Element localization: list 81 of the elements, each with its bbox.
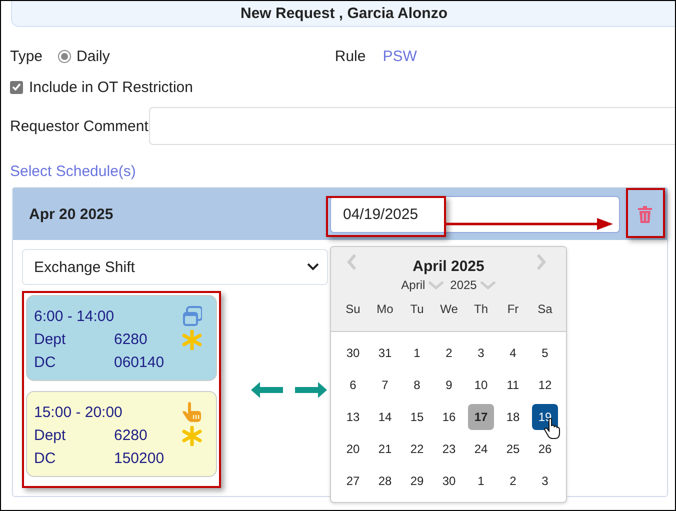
calendar-day[interactable]: 3 bbox=[532, 468, 558, 494]
field-label: Rule bbox=[334, 48, 366, 64]
date-field[interactable]: 04/19/2025 bbox=[330, 196, 620, 232]
window-title: New Request , Garcia Alonzo bbox=[240, 5, 448, 22]
request-type-select[interactable]: Exchange Shift bbox=[22, 249, 328, 285]
calendar-day[interactable]: 9 bbox=[436, 372, 462, 398]
calendar-day[interactable]: 29 bbox=[404, 468, 430, 494]
shift-card[interactable]: 6:00 - 14:00 Dept 6280 DC 060140 bbox=[26, 295, 217, 381]
field-value: PSW bbox=[382, 48, 417, 64]
schedule-date: Apr 20 2025 bbox=[28, 206, 114, 222]
month-select[interactable]: April bbox=[401, 278, 444, 292]
radio-label: Daily bbox=[76, 48, 110, 64]
weekday-label: Su bbox=[344, 302, 362, 316]
shift-time: 15:00 - 20:00 bbox=[34, 404, 124, 421]
calendar-day[interactable]: 18 bbox=[500, 404, 526, 430]
asterisk-icon bbox=[182, 426, 202, 446]
calendar-day[interactable]: 22 bbox=[404, 436, 430, 462]
calendar-day[interactable]: 28 bbox=[372, 468, 398, 494]
pointing-hand-icon bbox=[182, 402, 202, 423]
calendar-day[interactable]: 25 bbox=[500, 436, 526, 462]
calendar-day[interactable]: 10 bbox=[468, 372, 494, 398]
calendar-day[interactable]: 8 bbox=[404, 372, 430, 398]
field-label: Dept bbox=[34, 427, 67, 444]
asterisk-icon bbox=[182, 330, 202, 350]
field-label: DC bbox=[34, 450, 57, 467]
calendar-day[interactable]: 11 bbox=[500, 372, 526, 398]
weekday-label: Th bbox=[472, 302, 489, 316]
left-arrow-icon[interactable] bbox=[251, 382, 283, 398]
calendar-day[interactable]: 13 bbox=[340, 404, 366, 430]
field-value: 150200 bbox=[114, 450, 166, 467]
calendar-day[interactable]: 20 bbox=[340, 436, 366, 462]
field-value: 060140 bbox=[114, 354, 166, 371]
field-label: Dept bbox=[34, 331, 67, 348]
checkbox[interactable] bbox=[10, 80, 23, 94]
weekday-label: Mo bbox=[376, 302, 394, 316]
calendar-day[interactable]: 26 bbox=[532, 436, 558, 462]
calendar-day[interactable]: 2 bbox=[436, 340, 462, 366]
calendar-day[interactable]: 21 bbox=[372, 436, 398, 462]
field-value: 6280 bbox=[114, 427, 148, 444]
weekday-label: Tu bbox=[409, 302, 425, 316]
calendar-day[interactable]: 30 bbox=[340, 340, 366, 366]
field-label: Type bbox=[10, 48, 43, 64]
calendar-day[interactable]: 2 bbox=[500, 468, 526, 494]
field-label: DC bbox=[34, 354, 57, 371]
select-schedules-link[interactable]: Select Schedule(s) bbox=[10, 163, 136, 181]
calendar-day[interactable]: 24 bbox=[468, 436, 494, 462]
annotation-box bbox=[626, 188, 665, 238]
weekday-label: We bbox=[439, 302, 459, 316]
chevron-down-icon bbox=[480, 280, 496, 290]
calendar-day[interactable]: 15 bbox=[404, 404, 430, 430]
calendar-day[interactable]: 4 bbox=[500, 340, 526, 366]
calendar-day[interactable]: 12 bbox=[532, 372, 558, 398]
calendar-day[interactable]: 7 bbox=[372, 372, 398, 398]
calendar-day[interactable]: 30 bbox=[436, 468, 462, 494]
trash-icon bbox=[638, 206, 652, 222]
checkbox-label: Include in OT Restriction bbox=[29, 78, 193, 96]
calendar-day[interactable]: 5 bbox=[532, 340, 558, 366]
chevron-down-icon bbox=[307, 263, 319, 271]
calendar-day[interactable]: 3 bbox=[468, 340, 494, 366]
calendar-day[interactable]: 31 bbox=[372, 340, 398, 366]
calendar-day[interactable]: 1 bbox=[468, 468, 494, 494]
weekday-label: Sa bbox=[536, 302, 554, 316]
field-value: 6280 bbox=[114, 331, 148, 348]
right-arrow-icon[interactable] bbox=[295, 382, 327, 398]
calendar-day[interactable]: 23 bbox=[436, 436, 462, 462]
comment-field[interactable] bbox=[149, 107, 675, 145]
radio-button[interactable] bbox=[58, 50, 71, 62]
windows-icon bbox=[182, 306, 202, 327]
shift-card[interactable]: 15:00 - 20:00 Dept 6280 DC 150200 bbox=[26, 391, 217, 477]
calendar-day[interactable]: 14 bbox=[372, 404, 398, 430]
calendar-day[interactable]: 6 bbox=[340, 372, 366, 398]
shift-time: 6:00 - 14:00 bbox=[34, 308, 116, 325]
calendar-day[interactable]: 27 bbox=[340, 468, 366, 494]
calendar-day[interactable]: 1 bbox=[404, 340, 430, 366]
chevron-down-icon bbox=[428, 280, 444, 290]
calendar-day[interactable]: 16 bbox=[436, 404, 462, 430]
field-label: Requestor Comment bbox=[10, 118, 148, 134]
calendar-day[interactable]: 17 bbox=[468, 404, 494, 430]
calendar-title: April 2025 bbox=[412, 257, 484, 275]
weekday-label: Fr bbox=[506, 302, 520, 316]
year-select[interactable]: 2025 bbox=[450, 278, 496, 292]
